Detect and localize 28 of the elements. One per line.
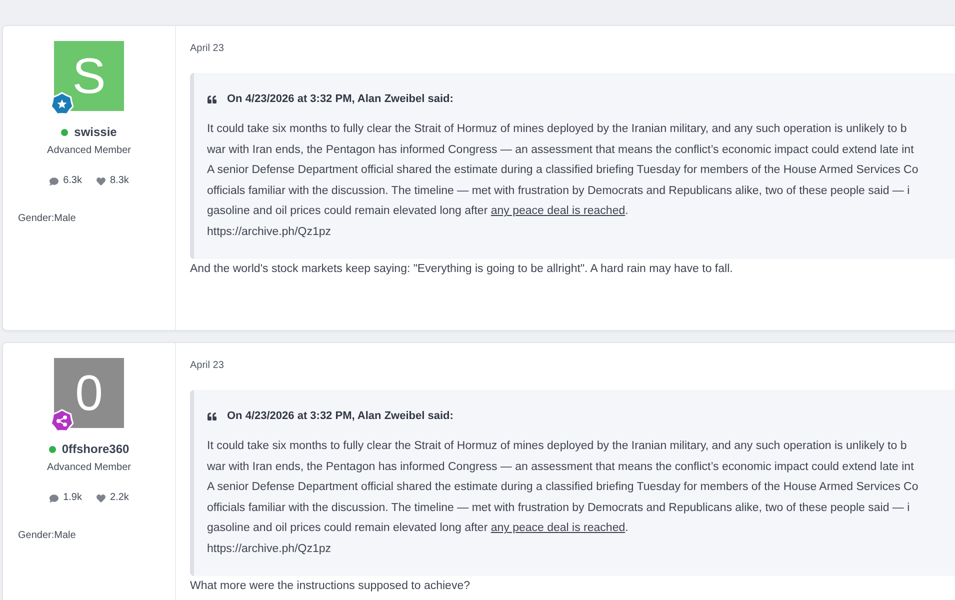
post-count: 6.3k — [63, 174, 82, 188]
username-link[interactable]: 0ffshore360 — [62, 441, 130, 457]
member-rank: Advanced Member — [47, 144, 131, 158]
quote-text: It could take six months to fully clear the Strait of Hormuz of mines deployed by the Iranian military, and any such operation is unlikely to b war with Iran ends, the Pentagon has informed Congress — an assessment that means the conflict’s economic impact could extend late int A senior Defense Department official shared the estimate during a classified briefing Tuesday for members of the House Armed Services Co officials familiar with the discussion. The timeline — met with frustration by Democrats and Republicans alike, two of these people said — i gasoline and oil prices could remain elevated long after any peace deal is reached. — [207, 439, 920, 536]
gender-field: Gender:Male — [18, 530, 76, 541]
source-url: https://archive.ph/Qz1pz — [207, 542, 332, 557]
heart-icon — [96, 176, 106, 186]
gender-field: Gender:Male — [18, 213, 76, 224]
member-rank: Advanced Member — [47, 461, 131, 475]
reaction-count: 2.2k — [110, 491, 129, 505]
source-url: https://archive.ph/Qz1pz — [207, 224, 332, 240]
quote-text: It could take six months to fully clear the Strait of Hormuz of mines deployed by the Iranian military, and any such operation is unlikely to b war with Iran ends, the Pentagon has informed Congress — an assessment that means the conflict’s economic impact could extend late int A senior Defense Department official shared the estimate during a classified briefing Tuesday for members of the House Armed Services Co officials familiar with the discussion. The timeline — met with frustration by Democrats and Republicans alike, two of these people said — i gasoline and oil prices could remain elevated long after any peace deal is reached. — [207, 122, 920, 220]
heart-icon — [96, 494, 106, 502]
reaction-count: 8.3k — [110, 174, 129, 188]
comment-icon — [49, 494, 60, 502]
quote-header: On 4/23/2026 at 3:32 PM, Alan Zweibel said: — [227, 92, 454, 107]
post-count: 1.9k — [63, 491, 82, 505]
article-link[interactable]: any peace deal is reached — [490, 522, 626, 534]
post-text: What more were the instructions supposed to achieve? — [190, 578, 471, 594]
quote-icon — [207, 94, 217, 104]
quote-header: On 4/23/2026 at 3:32 PM, Alan Zweibel said: — [227, 409, 454, 424]
post-date[interactable]: April 23 — [190, 42, 955, 56]
quote-icon — [207, 412, 217, 420]
comment-icon — [49, 176, 60, 186]
post-text: And the world's stock markets keep saying: "Everything is going to be allright". A hard rain may have to fall. — [190, 262, 734, 277]
post-date[interactable]: April 23 — [190, 359, 955, 373]
article-link[interactable]: any peace deal is reached — [490, 205, 626, 218]
username-link[interactable]: swissie — [74, 124, 117, 140]
